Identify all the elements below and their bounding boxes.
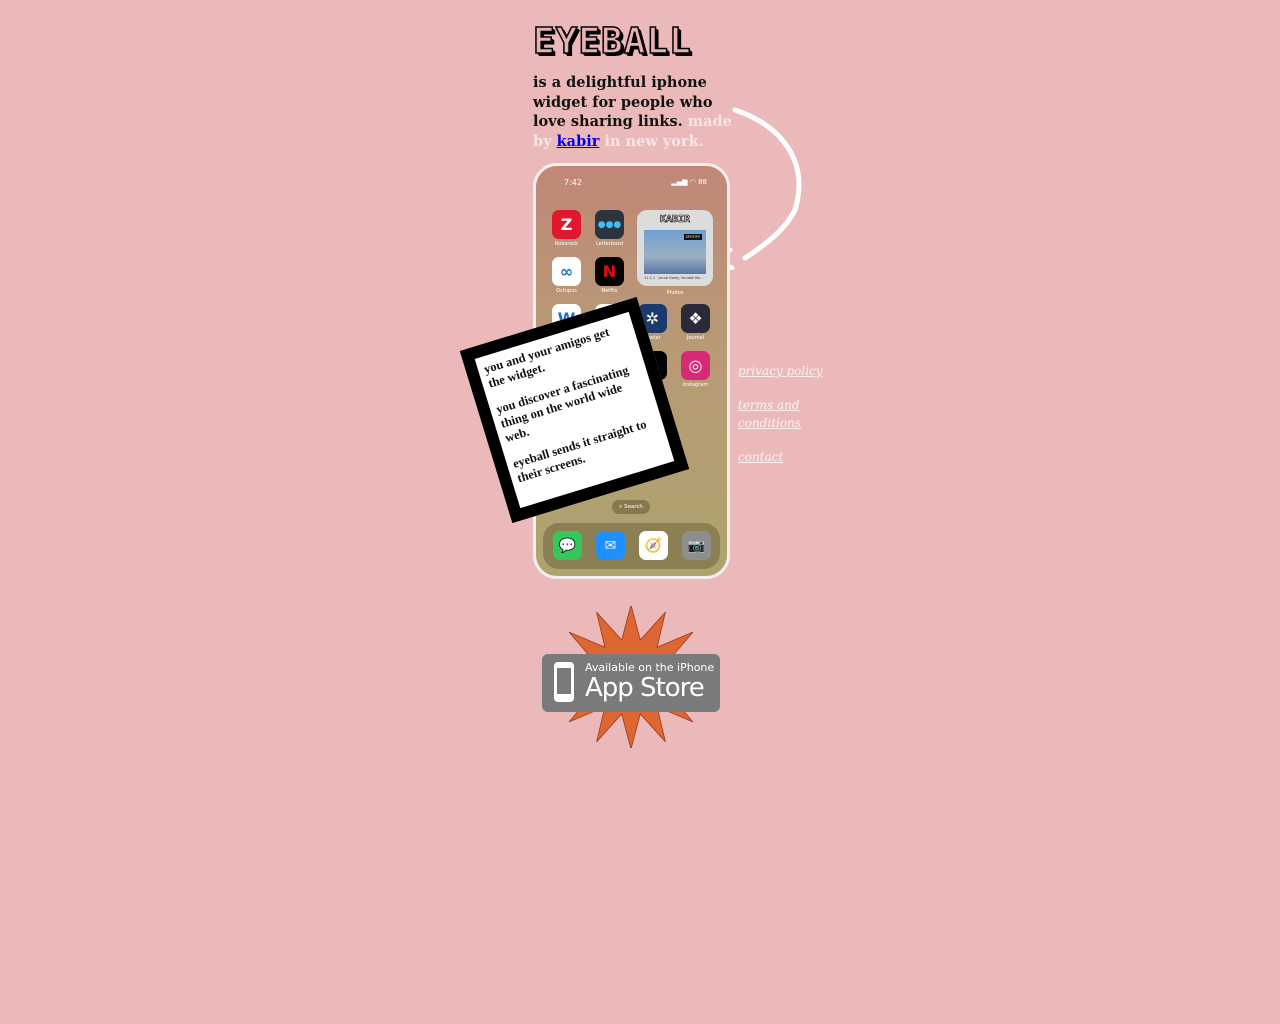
contact-link[interactable]: contact: [738, 448, 828, 466]
terms-link[interactable]: terms and conditions: [738, 396, 828, 432]
location-text: in new york.: [604, 132, 704, 150]
app-icon[interactable]: ◎ Instagram: [681, 351, 710, 388]
app-label: Octopus: [556, 288, 577, 294]
tagline-main: is a delightful iphone widget for people…: [533, 74, 713, 130]
dock-messages-icon[interactable]: 💬: [553, 531, 582, 560]
app-label: Instagram: [682, 382, 709, 388]
app-icon[interactable]: N Netflix: [595, 257, 624, 294]
dock-safari-icon[interactable]: 🧭: [639, 531, 668, 560]
app-glyph-icon: ∞: [552, 257, 581, 286]
app-label: Journal: [686, 335, 705, 341]
dock: 💬 ✉ 🧭 📷: [543, 523, 720, 569]
iphone-icon: [554, 662, 574, 702]
app-store-button[interactable]: Available on the iPhone App Store: [542, 654, 720, 712]
app-glyph-icon: Z: [552, 210, 581, 239]
footer-links: privacy policy terms and conditions cont…: [738, 362, 828, 466]
app-label: Roborock: [554, 241, 579, 247]
kabir-widget[interactable]: KABIR SPOTIFY 11.1.1 · Jacob Daley, Kend…: [637, 210, 713, 286]
app-glyph-icon: ◎: [681, 351, 710, 380]
app-label: Letterboxd: [595, 241, 624, 247]
app-glyph-icon: ❖: [681, 304, 710, 333]
app-icon[interactable]: Z Roborock: [552, 210, 581, 247]
widget-photo: SPOTIFY: [644, 230, 706, 274]
privacy-policy-link[interactable]: privacy policy: [738, 362, 828, 380]
search-pill[interactable]: ⌕ Search: [612, 500, 650, 514]
dock-camera-icon[interactable]: 📷: [682, 531, 711, 560]
app-label: Netflix: [601, 288, 618, 294]
status-icons: ▂▄▆ ◠ 88: [671, 178, 707, 186]
app-icon[interactable]: ∞ Octopus: [552, 257, 581, 294]
dock-mail-icon[interactable]: ✉: [596, 531, 625, 560]
status-time: 7:42: [564, 178, 582, 187]
app-glyph-icon: N: [595, 257, 624, 286]
app-icon[interactable]: ●●● Letterboxd: [595, 210, 624, 247]
eyeball-logo: EYEBALL: [532, 21, 692, 62]
author-link[interactable]: kabir: [557, 133, 600, 150]
widget-label: Photos: [666, 290, 684, 296]
app-glyph-icon: ●●●: [595, 210, 624, 239]
app-icon[interactable]: ❖ Journal: [681, 304, 710, 341]
